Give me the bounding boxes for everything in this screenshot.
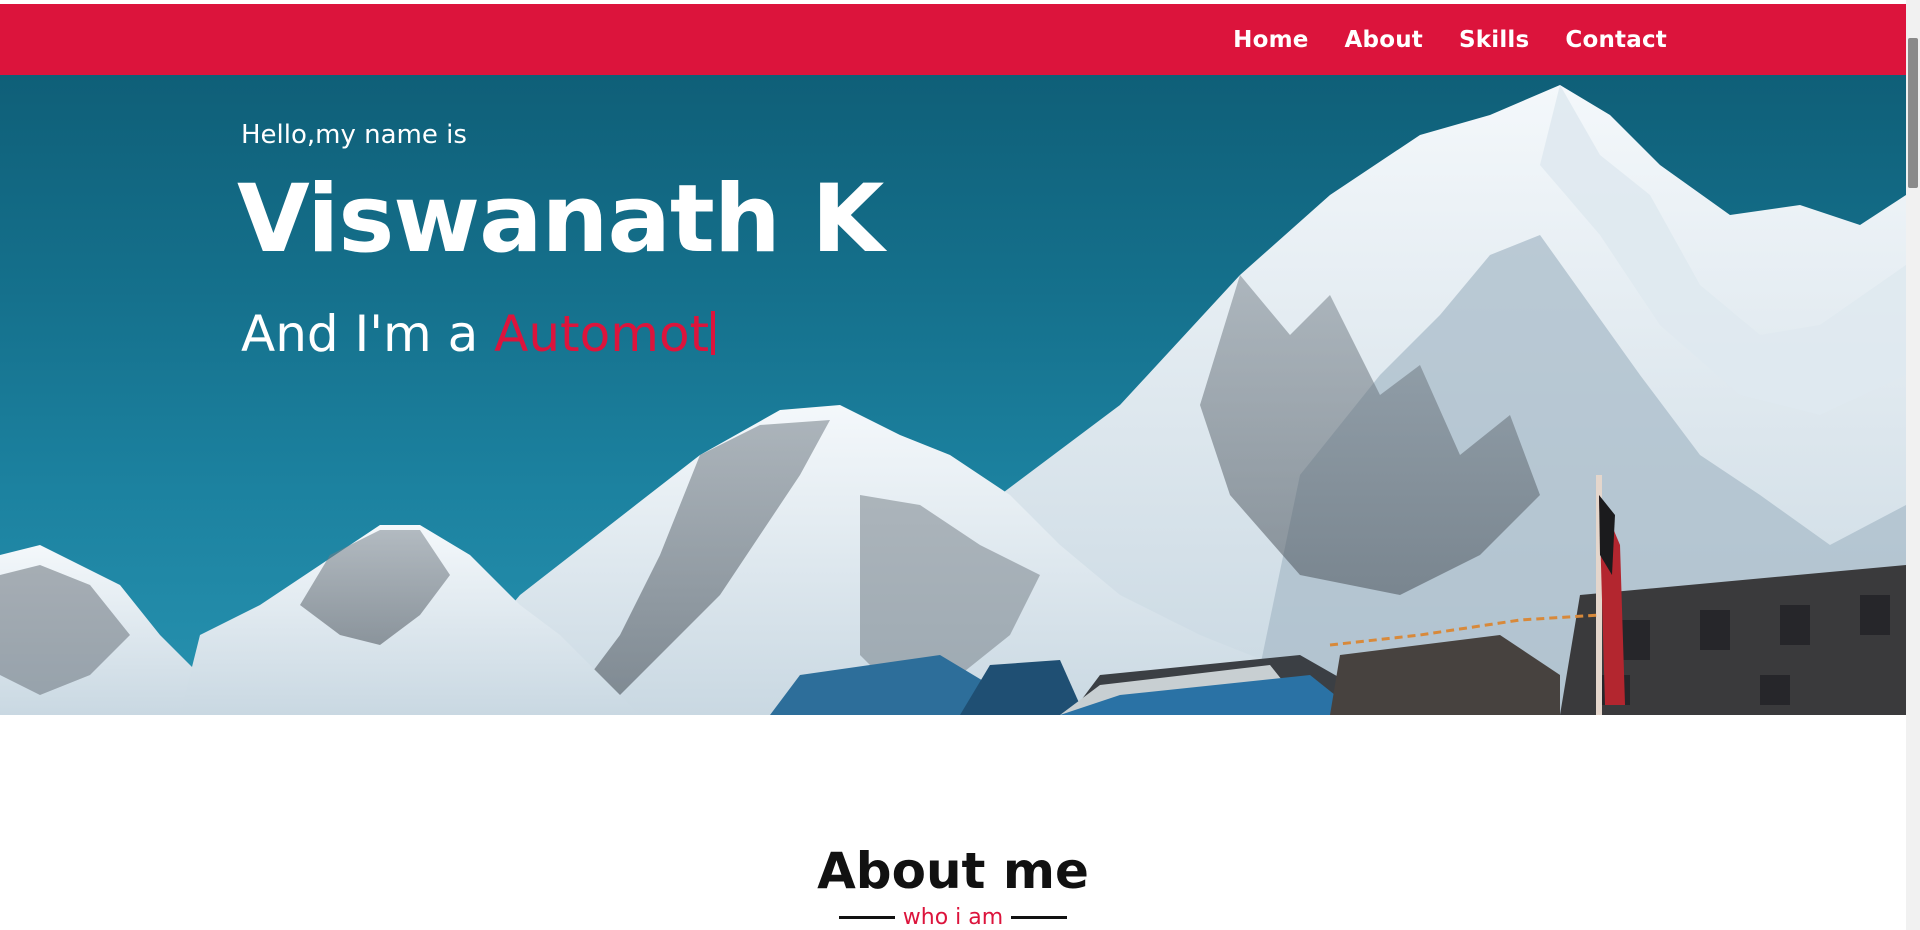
- about-subtitle: who i am: [902, 905, 1004, 930]
- about-title: About me: [817, 842, 1089, 900]
- hero-name: Viswanath K: [237, 165, 884, 274]
- portfolio-page: Home About Skills Contact Hello,my name …: [0, 0, 1920, 930]
- role-typed-text: Automot: [494, 305, 710, 363]
- page-scrollbar[interactable]: [1906, 0, 1920, 930]
- typing-cursor: [711, 311, 716, 355]
- nav-menu: Home About Skills Contact: [1233, 4, 1667, 75]
- about-subtitle-row: who i am: [0, 905, 1906, 930]
- about-section: About me who i am: [0, 715, 1906, 930]
- nav-contact-link[interactable]: Contact: [1565, 27, 1667, 53]
- hero-section: Hello,my name is Viswanath K And I'm a A…: [0, 75, 1906, 715]
- subtitle-left-rule: [838, 916, 895, 919]
- subtitle-right-rule: [1011, 916, 1068, 919]
- nav-skills-link[interactable]: Skills: [1459, 27, 1529, 53]
- nav-about-link[interactable]: About: [1345, 27, 1423, 53]
- scrollbar-thumb[interactable]: [1908, 38, 1918, 188]
- navbar: Home About Skills Contact: [0, 4, 1906, 75]
- hero-text: Hello,my name is Viswanath K And I'm a A…: [237, 120, 884, 363]
- nav-home-link[interactable]: Home: [1233, 27, 1308, 53]
- role-prefix: And I'm a: [241, 305, 495, 363]
- greeting-text: Hello,my name is: [241, 120, 467, 150]
- role-line: And I'm a Automot: [241, 305, 716, 363]
